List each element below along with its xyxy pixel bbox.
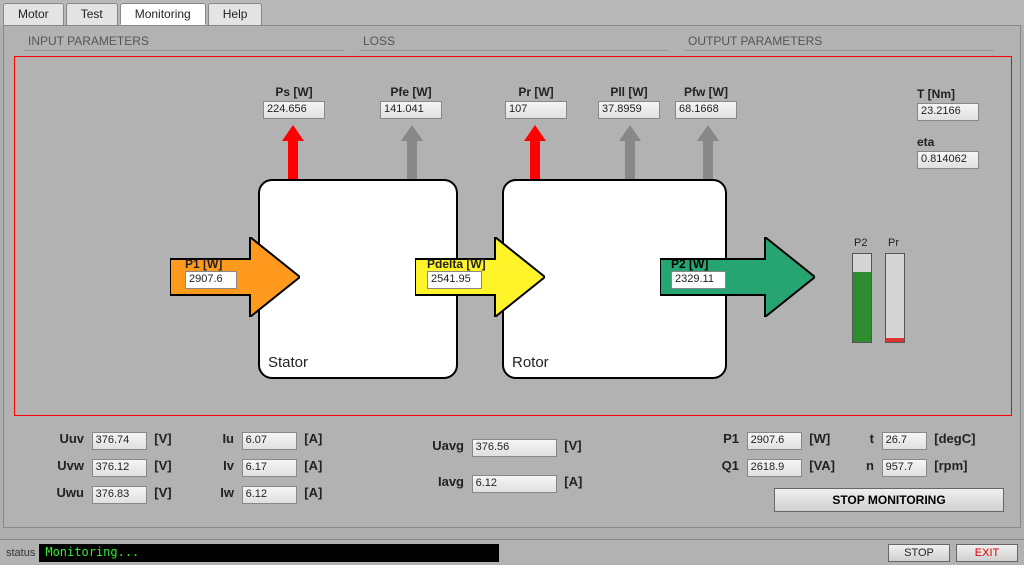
p1-value: 2907.6 — [185, 271, 237, 289]
ps-label: Ps [W] — [263, 85, 325, 99]
bar-pr-label: Pr — [888, 237, 899, 249]
iv-label: Iv — [214, 458, 234, 473]
n-label: n — [862, 458, 874, 473]
ps-arrow-icon — [288, 125, 298, 180]
iu-value: 6.07 — [242, 432, 297, 450]
ps-value: 224.656 — [263, 101, 325, 119]
tb-unit: [degC] — [934, 431, 975, 446]
pdelta-box: Pdelta [W] 2541.95 — [427, 257, 486, 289]
pll-value: 37.8959 — [598, 101, 660, 119]
iavg-unit: [A] — [564, 474, 582, 489]
eta-label: eta — [917, 135, 979, 149]
exit-button[interactable]: EXIT — [956, 544, 1018, 562]
section-output-header: OUTPUT PARAMETERS — [684, 34, 994, 51]
workarea: INPUT PARAMETERS LOSS OUTPUT PARAMETERS … — [3, 25, 1021, 528]
p1-label: P1 [W] — [185, 257, 237, 271]
bar-pr — [885, 253, 905, 343]
pfw-value: 68.1668 — [675, 101, 737, 119]
iw-label: Iw — [214, 485, 234, 500]
iu-label: Iu — [214, 431, 234, 446]
p1b-value: 2907.6 — [747, 432, 802, 450]
uuv-unit: [V] — [154, 431, 171, 446]
status-bar: status Monitoring... STOP EXIT — [0, 539, 1024, 565]
iavg-value: 6.12 — [472, 475, 557, 493]
p1b-unit: [W] — [809, 431, 830, 446]
pfw-label: Pfw [W] — [675, 85, 737, 99]
tab-test[interactable]: Test — [66, 3, 118, 25]
t-label: T [Nm] — [917, 87, 979, 101]
uvw-label: Uvw — [54, 458, 84, 473]
p2-box: P2 [W] 2329.11 — [671, 257, 726, 289]
q1-value: 2618.9 — [747, 459, 802, 477]
pdelta-label: Pdelta [W] — [427, 257, 486, 271]
stator-label: Stator — [268, 354, 308, 371]
tab-help[interactable]: Help — [208, 3, 263, 25]
pr-arrow-icon — [530, 125, 540, 180]
n-unit: [rpm] — [934, 458, 967, 473]
stop-button[interactable]: STOP — [888, 544, 950, 562]
iw-unit: [A] — [304, 485, 322, 500]
pll-label: Pll [W] — [598, 85, 660, 99]
bar-p2 — [852, 253, 872, 343]
tb-value: 26.7 — [882, 432, 927, 450]
rotor-label: Rotor — [512, 354, 549, 371]
iu-unit: [A] — [304, 431, 322, 446]
uuv-label: Uuv — [54, 431, 84, 446]
uwu-label: Uwu — [54, 485, 84, 500]
section-input-header: INPUT PARAMETERS — [24, 34, 344, 51]
tab-motor[interactable]: Motor — [3, 3, 64, 25]
uavg-unit: [V] — [564, 438, 581, 453]
eta-value: 0.814062 — [917, 151, 979, 169]
iv-value: 6.17 — [242, 459, 297, 477]
iw-value: 6.12 — [242, 486, 297, 504]
p2-value: 2329.11 — [671, 271, 726, 289]
status-text: Monitoring... — [39, 544, 499, 562]
pfe-value: 141.041 — [380, 101, 442, 119]
uavg-label: Uavg — [424, 438, 464, 453]
pr-label: Pr [W] — [505, 85, 567, 99]
uuv-value: 376.74 — [92, 432, 147, 450]
pdelta-value: 2541.95 — [427, 271, 482, 289]
q1-label: Q1 — [719, 458, 739, 473]
iv-unit: [A] — [304, 458, 322, 473]
iavg-label: Iavg — [424, 474, 464, 489]
bar-p2-label: P2 — [854, 237, 867, 249]
stop-monitoring-button[interactable]: STOP MONITORING — [774, 488, 1004, 512]
tab-monitoring[interactable]: Monitoring — [120, 3, 206, 25]
uvw-unit: [V] — [154, 458, 171, 473]
section-loss-header: LOSS — [359, 34, 669, 51]
n-value: 957.7 — [882, 459, 927, 477]
p1-box: P1 [W] 2907.6 — [185, 257, 237, 289]
uwu-value: 376.83 — [92, 486, 147, 504]
diagram-panel: Ps [W] 224.656 Pfe [W] 141.041 Pr [W] 10… — [14, 56, 1012, 416]
p1b-label: P1 — [719, 431, 739, 446]
uwu-unit: [V] — [154, 485, 171, 500]
status-label: status — [6, 547, 35, 559]
uavg-value: 376.56 — [472, 439, 557, 457]
pfe-label: Pfe [W] — [380, 85, 442, 99]
tab-bar: Motor Test Monitoring Help — [0, 0, 1024, 25]
uvw-value: 376.12 — [92, 459, 147, 477]
p2-label: P2 [W] — [671, 257, 726, 271]
q1-unit: [VA] — [809, 458, 835, 473]
tb-label: t — [862, 431, 874, 446]
t-value: 23.2166 — [917, 103, 979, 121]
pr-value: 107 — [505, 101, 567, 119]
